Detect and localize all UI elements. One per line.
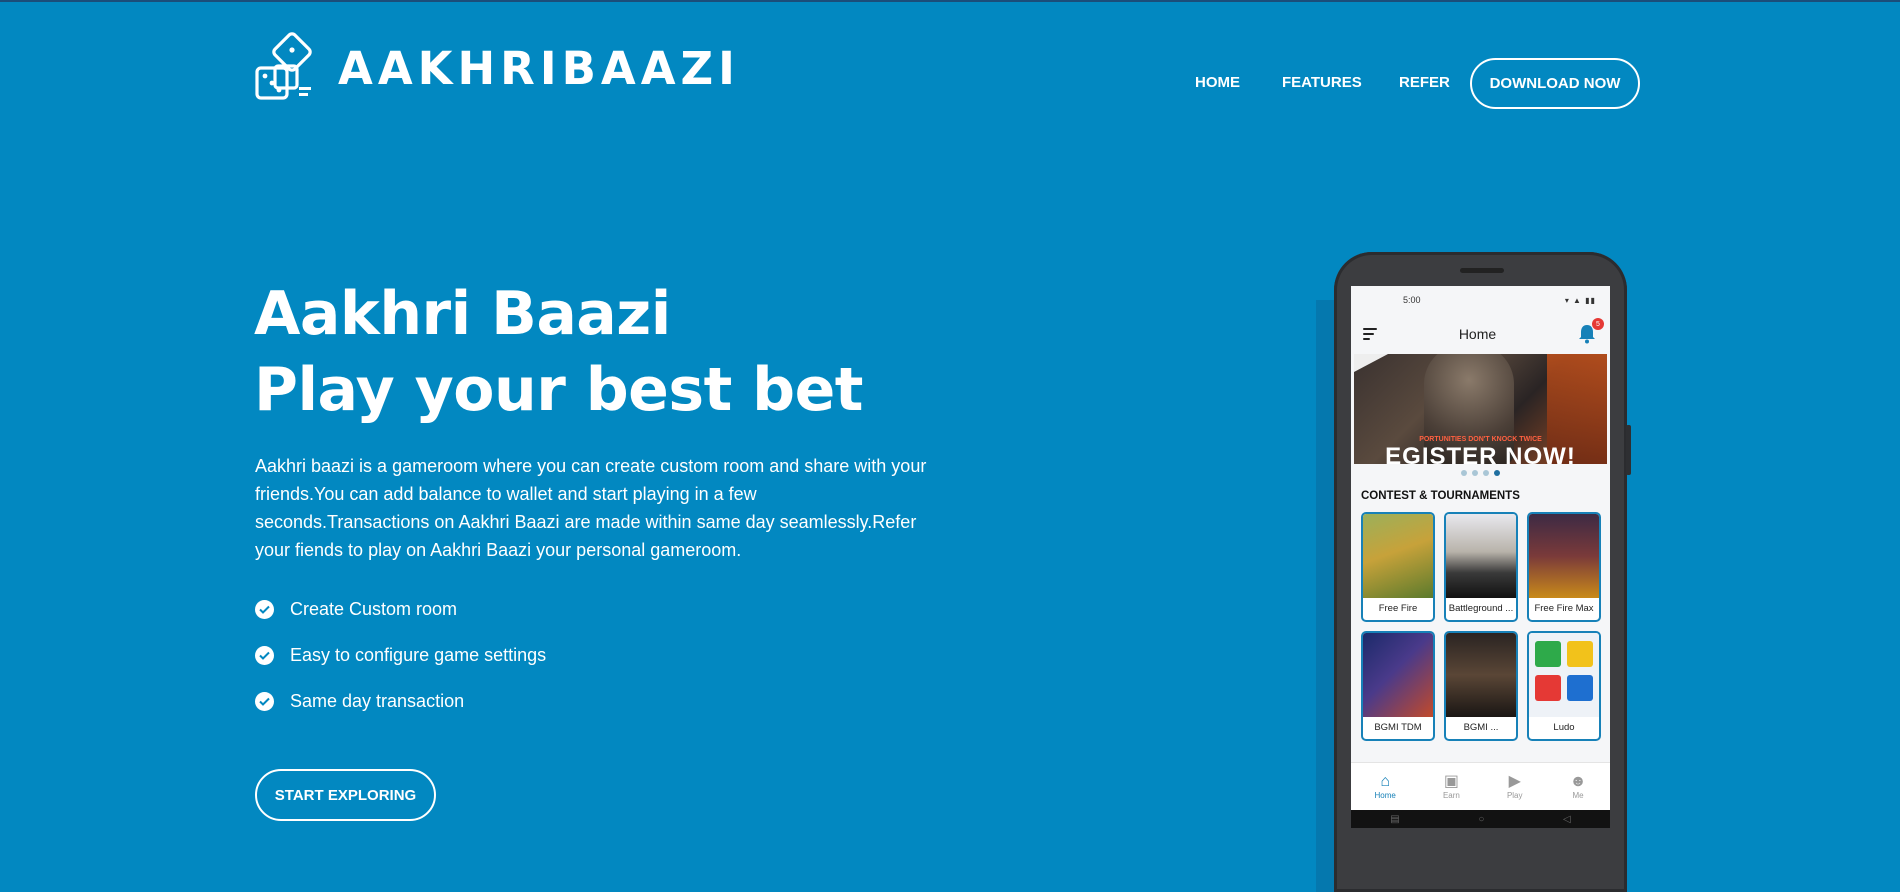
bottom-nav-label: Play <box>1506 791 1523 800</box>
phone-screen: 5:00 ▾ ▲ ▮▮ Home 5 PORTUNITIES DON'T KNO… <box>1351 286 1610 828</box>
carousel-dot[interactable] <box>1461 470 1467 476</box>
recents-icon[interactable]: ▤ <box>1390 814 1399 825</box>
game-card-free-fire[interactable]: Free Fire <box>1361 512 1435 622</box>
game-thumbnail <box>1529 514 1599 598</box>
game-thumbnail <box>1529 633 1599 717</box>
feature-item: Easy to configure game settings <box>255 632 546 678</box>
play-icon: ▶ <box>1508 773 1521 790</box>
status-time: 5:00 <box>1403 295 1421 305</box>
bottom-nav-label: Me <box>1572 791 1584 800</box>
game-thumbnail <box>1363 514 1433 598</box>
carousel-dot[interactable] <box>1483 470 1489 476</box>
carousel-dots[interactable] <box>1351 464 1610 482</box>
feature-list: Create Custom room Easy to configure gam… <box>255 586 546 724</box>
game-label: BGMI ... <box>1463 722 1499 733</box>
game-card-free-fire-max[interactable]: Free Fire Max <box>1527 512 1601 622</box>
phone-side-button <box>1626 425 1631 475</box>
game-thumbnail <box>1363 633 1433 717</box>
feature-item: Create Custom room <box>255 586 546 632</box>
banner-headline: EGISTER NOW! <box>1385 443 1576 465</box>
feature-item: Same day transaction <box>255 678 546 724</box>
game-label: Battleground ... <box>1448 603 1514 614</box>
game-card-bgmi-tdm[interactable]: BGMI TDM <box>1361 631 1435 741</box>
check-circle-icon <box>255 645 274 665</box>
status-bar: 5:00 ▾ ▲ ▮▮ <box>1351 286 1610 314</box>
bottom-nav-label: Home <box>1374 791 1396 800</box>
hero-title-line2: Play your best bet <box>254 355 863 425</box>
menu-icon[interactable] <box>1363 325 1377 343</box>
game-label: BGMI TDM <box>1374 722 1422 733</box>
bottom-nav-label: Earn <box>1442 791 1460 800</box>
promo-banner[interactable]: PORTUNITIES DON'T KNOCK TWICE EGISTER NO… <box>1354 354 1607 464</box>
nav-refer-link[interactable]: REFER <box>1399 74 1450 91</box>
game-thumbnail <box>1446 633 1516 717</box>
bottom-nav-play[interactable]: ▶ Play <box>1507 773 1523 800</box>
bottom-nav-me[interactable]: ☻ Me <box>1570 773 1587 800</box>
brand-logo[interactable]: AAKHRIBAAZI <box>254 32 740 104</box>
carousel-dot-active[interactable] <box>1494 470 1500 476</box>
app-title: Home <box>1458 326 1497 342</box>
banner-corner-graphic <box>1354 354 1388 372</box>
signal-icons: ▾ ▲ ▮▮ <box>1564 295 1596 305</box>
feature-label: Create Custom room <box>290 598 458 619</box>
bottom-nav-home[interactable]: ⌂ Home <box>1375 773 1396 800</box>
dice-logo-icon <box>255 32 312 100</box>
bottom-nav-earn[interactable]: ▣ Earn <box>1443 773 1460 800</box>
phone-speaker <box>1460 268 1504 273</box>
game-card-battleground[interactable]: Battleground ... <box>1444 512 1518 622</box>
game-label: Free Fire Max <box>1534 603 1594 614</box>
check-circle-icon <box>255 691 274 711</box>
hero-description: Aakhri baazi is a gameroom where you can… <box>255 456 927 560</box>
hero-title: Aakhri Baazi Play your best bet <box>254 276 863 428</box>
home-icon: ⌂ <box>1380 773 1391 790</box>
feature-label: Easy to configure game settings <box>290 644 547 665</box>
system-nav-bar: ▤ ○ ◁ <box>1351 810 1610 828</box>
carousel-dot[interactable] <box>1472 470 1478 476</box>
notification-badge: 5 <box>1591 318 1604 330</box>
top-border-line <box>0 0 1900 2</box>
brand-name: AAKHRIBAAZI <box>338 41 740 95</box>
section-title: CONTEST & TOURNAMENTS <box>1361 490 1520 502</box>
nav-home-link[interactable]: HOME <box>1195 74 1240 91</box>
game-grid: Free Fire Battleground ... Free Fire Max… <box>1351 512 1610 741</box>
feature-label: Same day transaction <box>290 690 465 711</box>
nav-features-link[interactable]: FEATURES <box>1282 74 1362 91</box>
game-thumbnail <box>1446 514 1516 598</box>
gift-icon: ▣ <box>1443 773 1459 790</box>
download-now-button[interactable]: DOWNLOAD NOW <box>1470 58 1640 109</box>
home-circle-icon[interactable]: ○ <box>1478 814 1484 825</box>
game-label: Free Fire <box>1378 603 1418 614</box>
hero-title-line1: Aakhri Baazi <box>254 279 671 349</box>
game-label: Ludo <box>1553 722 1575 733</box>
start-exploring-button[interactable]: START EXPLORING <box>255 769 436 821</box>
game-card-bgmi[interactable]: BGMI ... <box>1444 631 1518 741</box>
app-header: Home 5 <box>1351 314 1610 354</box>
check-circle-icon <box>255 599 274 619</box>
notification-bell-icon[interactable]: 5 <box>1578 318 1604 344</box>
game-card-ludo[interactable]: Ludo <box>1527 631 1601 741</box>
bottom-navigation: ⌂ Home ▣ Earn ▶ Play ☻ Me <box>1351 762 1610 810</box>
smiley-icon: ☻ <box>1569 773 1587 790</box>
back-icon[interactable]: ◁ <box>1563 814 1571 825</box>
